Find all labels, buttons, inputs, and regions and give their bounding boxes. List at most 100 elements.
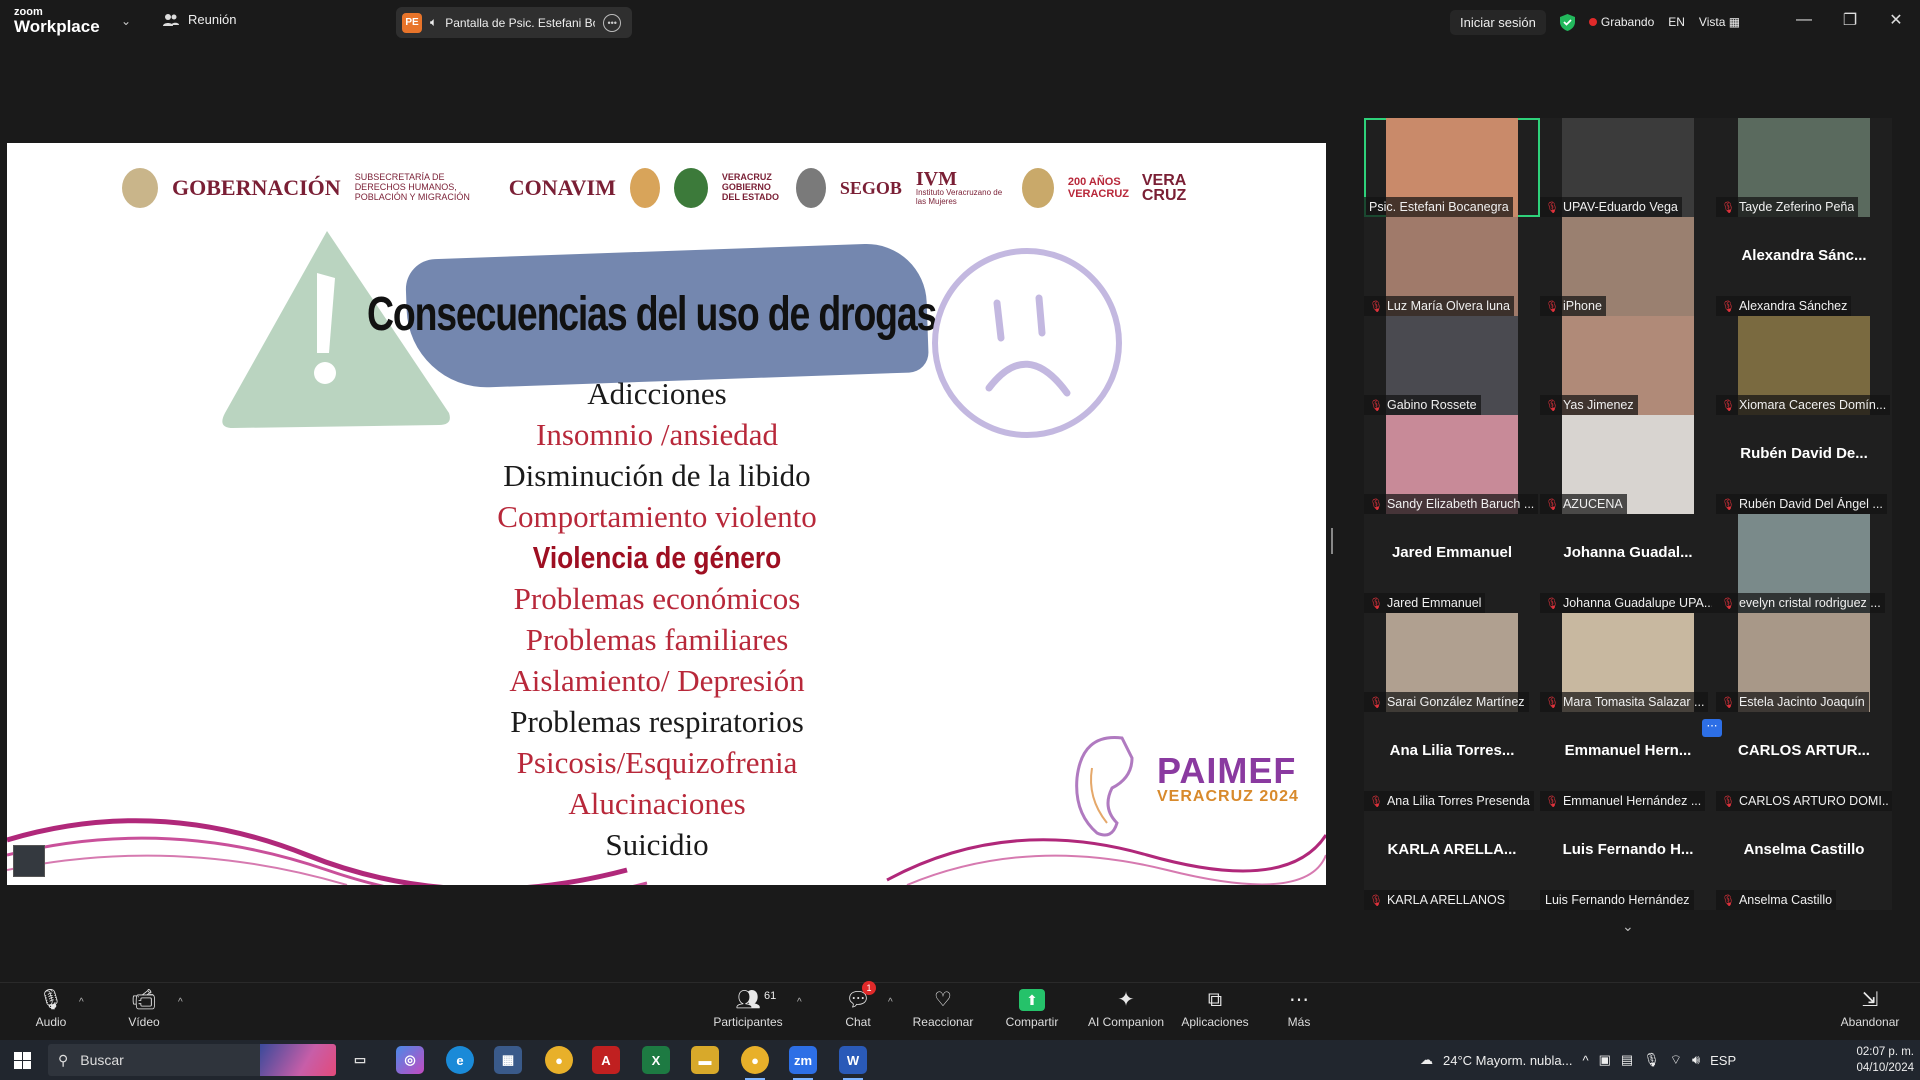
mic-muted-icon: 🎙︎ <box>1721 399 1735 412</box>
ai-companion-button[interactable]: ✦ AI Companion <box>1081 989 1171 1029</box>
participant-tile[interactable]: Ana Lilia Torres... 🎙︎ Ana Lilia Torres Pr… <box>1364 712 1540 811</box>
mic-muted-icon: 🎙︎ <box>1545 597 1559 610</box>
participant-tile[interactable]: Emmanuel Hern... 🎙︎ Emmanuel Hernández ... <box>1540 712 1716 811</box>
participant-name: UPAV-Eduardo Vega <box>1562 200 1678 214</box>
participant-tile[interactable]: 🎙︎ Xiomara Caceres Domín... <box>1716 316 1892 415</box>
participants-button[interactable]: 👥︎ Participantes <box>703 989 793 1029</box>
participant-name: Rubén David Del Ángel ... <box>1738 497 1883 511</box>
tile-more-icon[interactable]: ⋯ <box>1702 719 1722 737</box>
participant-tile[interactable]: Luis Fernando H... Luis Fernando Hernánde… <box>1540 811 1716 910</box>
participant-tile[interactable]: 🎙︎ Luz María Olvera luna <box>1364 217 1540 316</box>
participant-tile[interactable]: Psic. Estefani Bocanegra <box>1364 118 1540 217</box>
participant-tile[interactable]: 🎙︎ Sarai González Martínez <box>1364 613 1540 712</box>
resize-handle[interactable] <box>1331 528 1333 554</box>
chrome-icon[interactable]: ● <box>545 1046 573 1074</box>
keyboard-language[interactable]: ESP <box>1710 1053 1736 1068</box>
restore-button[interactable]: ❐ <box>1827 0 1873 40</box>
network-icon[interactable]: ▤ <box>1621 1052 1633 1068</box>
participant-tile[interactable]: 🎙︎ Yas Jimenez <box>1540 316 1716 415</box>
language-button[interactable]: EN <box>1668 15 1685 29</box>
share-button[interactable]: ⬆ Compartir <box>987 989 1077 1029</box>
shield-icon[interactable] <box>1559 13 1575 31</box>
task-view-icon[interactable]: ▭ <box>346 1046 374 1074</box>
excel-icon[interactable]: X <box>642 1046 670 1074</box>
participant-name: KARLA ARELLANOS <box>1386 893 1506 907</box>
participant-tile[interactable]: Alexandra Sánc... 🎙︎ Alexandra Sánchez <box>1716 217 1892 316</box>
participant-display-name: Anselma Castillo <box>1743 841 1865 858</box>
audio-options-caret[interactable]: ^ <box>79 997 84 1008</box>
view-button[interactable]: Vista ▦ <box>1699 15 1740 29</box>
participant-display-name: Rubén David De... <box>1740 445 1868 462</box>
zoom-app-icon[interactable]: zm <box>789 1046 817 1080</box>
more-button[interactable]: ⋯ Más <box>1254 989 1344 1029</box>
participant-name: Emmanuel Hernández ... <box>1562 794 1702 808</box>
chrome-active-icon[interactable]: ● <box>741 1046 769 1080</box>
slide-thumbnail[interactable] <box>13 845 45 877</box>
apps-button[interactable]: ⧉ Aplicaciones <box>1170 989 1260 1029</box>
meeting-toolbar: 🎙︎ Audio ^ 📹︎ Vídeo ^ 👥︎ Participantes 6… <box>0 981 1920 1040</box>
screen-share-indicator[interactable]: PE 🔈︎ Pantalla de Psic. Estefani Bocaneg… <box>396 7 632 38</box>
participant-tile[interactable]: Rubén David De... 🎙︎ Rubén David Del Ángel… <box>1716 415 1892 514</box>
signin-button[interactable]: Iniciar sesión <box>1450 9 1546 35</box>
participant-tile[interactable]: 🎙︎ iPhone <box>1540 217 1716 316</box>
volume-icon[interactable]: 🔊︎ <box>1692 1052 1700 1068</box>
video-button[interactable]: 📹︎ Vídeo <box>99 989 189 1029</box>
participant-tile[interactable]: 🎙︎ UPAV-Eduardo Vega <box>1540 118 1716 217</box>
participant-tile[interactable]: Jared Emmanuel 🎙︎ Jared Emmanuel <box>1364 514 1540 613</box>
taskbar-clock[interactable]: 02:07 p. m. 04/10/2024 <box>1848 1044 1914 1076</box>
participant-tile[interactable]: 🎙︎ Sandy Elizabeth Baruch ... <box>1364 415 1540 514</box>
minimize-button[interactable]: — <box>1781 0 1827 40</box>
participant-tile[interactable]: 🎙︎ Mara Tomasita Salazar ... <box>1540 613 1716 712</box>
participant-caption: 🎙︎ Ana Lilia Torres Presenda <box>1364 791 1534 811</box>
participant-tile[interactable]: 🎙︎ AZUCENA <box>1540 415 1716 514</box>
participant-caption: 🎙︎ Emmanuel Hernández ... <box>1540 791 1706 811</box>
windows-start-icon[interactable] <box>14 1052 31 1069</box>
meeting-button[interactable]: Reunión <box>163 12 236 27</box>
taskbar-search[interactable]: ⚲ Buscar <box>48 1044 336 1076</box>
participant-tile[interactable]: CARLOS ARTUR... 🎙︎ CARLOS ARTURO DOMI... <box>1716 712 1892 811</box>
edge-icon[interactable]: e <box>446 1046 474 1074</box>
wifi-icon[interactable]: ⌔ <box>1670 1052 1682 1068</box>
file-explorer-icon[interactable]: ▬ <box>691 1046 719 1074</box>
more-icon[interactable]: ••• <box>603 13 622 32</box>
participant-tile[interactable]: Johanna Guadal... 🎙︎ Johanna Guadalupe UPA… <box>1540 514 1716 613</box>
more-icon: ⋯ <box>1289 989 1309 1011</box>
acrobat-icon[interactable]: A <box>592 1046 620 1074</box>
recording-indicator[interactable]: Grabando <box>1588 15 1655 29</box>
logo-veracruz: VERACRUZ GOBIERNO DEL ESTADO <box>721 172 780 202</box>
participant-name: Jared Emmanuel <box>1386 596 1482 610</box>
recording-label: Grabando <box>1600 15 1655 29</box>
shared-screen[interactable]: GOBERNACIÓN SUBSECRETARÍA DE DERECHOS HU… <box>7 143 1326 885</box>
chevron-down-icon[interactable]: ⌄ <box>121 14 131 28</box>
react-button[interactable]: ♡ Reaccionar <box>898 989 988 1029</box>
meet-now-icon[interactable]: ▣ <box>1599 1052 1611 1068</box>
participant-tile[interactable]: KARLA ARELLA... 🎙︎ KARLA ARELLANOS <box>1364 811 1540 910</box>
chat-options-caret[interactable]: ^ <box>888 997 893 1008</box>
leave-button[interactable]: ⇲ Abandonar <box>1825 989 1915 1029</box>
calculator-icon[interactable]: ▦ <box>494 1046 522 1074</box>
participant-tile[interactable]: 🎙︎ Estela Jacinto Joaquín <box>1716 613 1892 712</box>
participant-caption: 🎙︎ Gabino Rossete <box>1364 395 1481 415</box>
tray-overflow-icon[interactable]: ^ <box>1582 1053 1588 1068</box>
participant-caption: 🎙︎ Luz María Olvera luna <box>1364 296 1514 316</box>
participant-tile[interactable]: Anselma Castillo 🎙︎ Anselma Castillo <box>1716 811 1892 910</box>
word-icon[interactable]: W <box>839 1046 867 1080</box>
weather-text[interactable]: 24°C Mayorm. nubla... <box>1443 1053 1572 1068</box>
mic-muted-icon: 🎙︎ <box>1369 894 1383 907</box>
participant-tile[interactable]: 🎙︎ Gabino Rossete <box>1364 316 1540 415</box>
close-button[interactable]: ✕ <box>1873 0 1919 40</box>
audio-button[interactable]: 🎙︎ Audio <box>6 989 96 1029</box>
participant-name: Sandy Elizabeth Baruch ... <box>1386 497 1535 511</box>
participant-tile[interactable]: 🎙︎ evelyn cristal rodriguez ... <box>1716 514 1892 613</box>
copilot-icon[interactable]: ◎ <box>396 1046 424 1074</box>
mic-muted-icon: 🎙︎ <box>1369 795 1383 808</box>
participant-name: Gabino Rossete <box>1386 398 1477 412</box>
video-options-caret[interactable]: ^ <box>178 997 183 1008</box>
gallery-next-page-icon[interactable]: ⌄ <box>1622 918 1634 935</box>
chat-button[interactable]: 💬︎ Chat <box>813 989 903 1029</box>
participant-name: CARLOS ARTURO DOMI... <box>1738 794 1888 808</box>
participant-tile[interactable]: 🎙︎ Tayde Zeferino Peña <box>1716 118 1892 217</box>
mic-tray-icon[interactable]: 🎙︎ <box>1643 1052 1660 1068</box>
participants-options-caret[interactable]: ^ <box>797 997 802 1008</box>
ai-label: AI Companion <box>1087 1015 1165 1029</box>
